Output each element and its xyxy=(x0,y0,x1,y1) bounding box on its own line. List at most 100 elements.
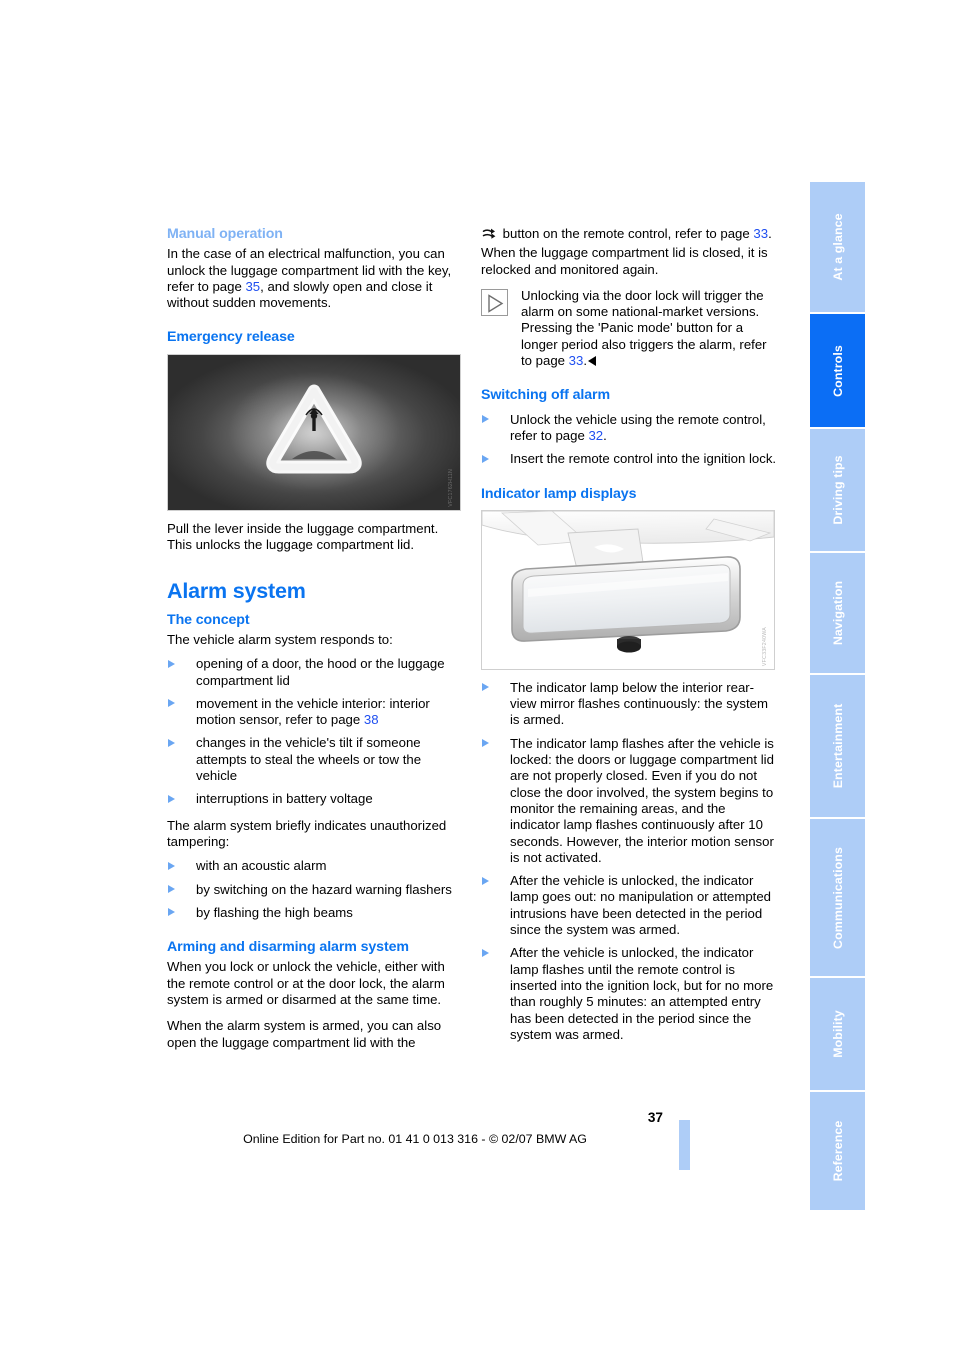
list-item-text: After the vehicle is unlocked, the indic… xyxy=(510,945,774,1042)
tab-label: Controls xyxy=(830,344,845,397)
figure-code-emergency: VFC1762H11N xyxy=(447,469,454,507)
triangle-bullet-icon xyxy=(482,739,489,748)
tab-label: Driving tips xyxy=(830,455,845,525)
list-item: changes in the vehicle's tilt if someone… xyxy=(167,735,464,784)
tab-label: At a glance xyxy=(830,213,845,281)
figure-emergency-release: VFC1762H11N xyxy=(167,353,461,511)
heading-emergency-release: Emergency release xyxy=(167,329,295,346)
paragraph-manual-operation: In the case of an electrical malfunction… xyxy=(167,246,464,311)
tab-entertainment[interactable]: Entertainment xyxy=(810,675,865,817)
list-item-text: by switching on the hazard warning flash… xyxy=(196,881,452,897)
paragraph-concept-intro2: The alarm system briefly indicates unaut… xyxy=(167,817,447,849)
left-column: Manual operation In the case of an elect… xyxy=(167,226,464,1051)
list-item: with an acoustic alarm xyxy=(167,858,464,874)
triangle-bullet-icon xyxy=(168,794,175,803)
heading-indicator-lamp-displays: Indicator lamp displays xyxy=(481,485,637,502)
tab-label: Reference xyxy=(830,1120,845,1182)
page-ref-32[interactable]: 32 xyxy=(588,428,603,443)
list-alarm-responds: opening of a door, the hood or the lugga… xyxy=(167,656,464,807)
tab-at-a-glance[interactable]: At a glance xyxy=(810,182,865,312)
note-block: Unlocking via the door lock will trigger… xyxy=(481,288,778,369)
tab-mobility[interactable]: Mobility xyxy=(810,978,865,1090)
page-ref-35[interactable]: 35 xyxy=(245,279,260,294)
list-switching-off-steps: Unlock the vehicle using the remote cont… xyxy=(481,412,778,468)
list-item: After the vehicle is unlocked, the indic… xyxy=(481,873,778,938)
manual-page: Manual operation In the case of an elect… xyxy=(0,0,954,1351)
triangle-bullet-icon xyxy=(482,948,489,957)
list-item-text: After the vehicle is unlocked, the indic… xyxy=(510,873,771,938)
triangle-bullet-icon xyxy=(168,659,175,668)
list-item: Insert the remote control into the ignit… xyxy=(481,451,778,467)
triangle-bullet-icon xyxy=(168,861,175,870)
triangle-bullet-icon xyxy=(168,908,175,917)
page-edge-marker xyxy=(679,1120,690,1170)
note-text: Unlocking via the door lock will trigger… xyxy=(481,288,778,369)
tab-label: Communications xyxy=(830,846,845,949)
triangle-bullet-icon xyxy=(168,885,175,894)
page-number: 37 xyxy=(647,1110,663,1125)
figure-code-mirror: VFC33F240WA xyxy=(761,626,768,666)
list-item-text: movement in the vehicle interior: interi… xyxy=(196,695,430,728)
tab-label: Navigation xyxy=(830,580,845,646)
paragraph-concept-intro: The vehicle alarm system responds to: xyxy=(167,631,393,647)
triangle-bullet-icon xyxy=(482,683,489,692)
list-item: interruptions in battery voltage xyxy=(167,791,464,807)
list-item: by switching on the hazard warning flash… xyxy=(167,882,464,898)
tab-navigation[interactable]: Navigation xyxy=(810,553,865,673)
trunk-release-icon xyxy=(481,227,497,245)
list-item-text: The indicator lamp below the interior re… xyxy=(510,679,768,728)
heading-arming-disarming: Arming and disarming alarm system xyxy=(167,939,409,956)
list-item-text: changes in the vehicle's tilt if someone… xyxy=(196,735,422,784)
paragraph-continuation: button on the remote control, refer to p… xyxy=(481,226,778,278)
continuation-text-a: button on the remote control, refer to p… xyxy=(499,226,754,241)
heading-switching-off-alarm: Switching off alarm xyxy=(481,387,610,404)
list-item-text: by flashing the high beams xyxy=(196,904,353,920)
list-item-text: Insert the remote control into the ignit… xyxy=(510,451,777,467)
triangle-bullet-icon xyxy=(168,738,175,747)
list-item: Unlock the vehicle using the remote cont… xyxy=(481,412,778,445)
list-item-text: interruptions in battery voltage xyxy=(196,791,373,807)
paragraph-arming-b: When the alarm system is armed, you can … xyxy=(167,1018,442,1050)
tab-label: Entertainment xyxy=(830,703,845,789)
footer-text: Online Edition for Part no. 01 41 0 013 … xyxy=(243,1132,587,1146)
note-end-triangle-icon xyxy=(588,356,597,367)
note-text-a: Unlocking via the door lock will trigger… xyxy=(521,287,767,369)
list-alarm-indications: with an acoustic alarm by switching on t… xyxy=(167,858,464,921)
tab-communications[interactable]: Communications xyxy=(810,819,865,976)
emergency-release-illustration xyxy=(168,354,460,510)
note-triangle-icon xyxy=(481,288,508,316)
list-item-text: with an acoustic alarm xyxy=(196,858,327,874)
list-item: by flashing the high beams xyxy=(167,905,464,921)
list-item: movement in the vehicle interior: interi… xyxy=(167,696,464,729)
heading-manual-operation: Manual operation xyxy=(167,226,283,242)
list-item-text: Unlock the vehicle using the remote cont… xyxy=(510,411,766,443)
heading-alarm-system: Alarm system xyxy=(167,579,306,604)
list-item: opening of a door, the hood or the lugga… xyxy=(167,656,464,689)
rearview-mirror-illustration xyxy=(482,510,774,669)
triangle-bullet-icon xyxy=(482,454,489,463)
triangle-bullet-icon xyxy=(168,699,175,708)
list-item-text: The indicator lamp flashes after the veh… xyxy=(510,735,774,865)
tab-controls[interactable]: Controls xyxy=(810,314,865,427)
paragraph-arming-a: When you lock or unlock the vehicle, eit… xyxy=(167,959,445,1008)
list-item-text: opening of a door, the hood or the lugga… xyxy=(196,656,445,688)
tab-label: Mobility xyxy=(830,1010,845,1058)
list-item: The indicator lamp below the interior re… xyxy=(481,680,778,729)
heading-the-concept: The concept xyxy=(167,611,250,628)
caption-emergency-release: Pull the lever inside the luggage compar… xyxy=(167,520,439,553)
list-item: After the vehicle is unlocked, the indic… xyxy=(481,945,778,1043)
right-column: button on the remote control, refer to p… xyxy=(481,226,778,1043)
note-text-b: . xyxy=(583,353,588,369)
figure-rearview-mirror: VFC33F240WA xyxy=(481,509,775,670)
note-triangle-glyph xyxy=(488,294,504,313)
page-ref-33-a[interactable]: 33 xyxy=(753,226,768,241)
tab-reference[interactable]: Reference xyxy=(810,1092,865,1210)
list-item: The indicator lamp flashes after the veh… xyxy=(481,736,778,866)
tab-driving-tips[interactable]: Driving tips xyxy=(810,429,865,551)
chapter-tab-rail: At a glance Controls Driving tips Naviga… xyxy=(810,182,865,1212)
list-indicator-lamp-states: The indicator lamp below the interior re… xyxy=(481,680,778,1043)
triangle-bullet-icon xyxy=(482,415,489,424)
page-ref-38[interactable]: 38 xyxy=(364,712,379,727)
list-item-text-b: . xyxy=(603,427,607,443)
page-ref-33-b[interactable]: 33 xyxy=(569,353,584,368)
